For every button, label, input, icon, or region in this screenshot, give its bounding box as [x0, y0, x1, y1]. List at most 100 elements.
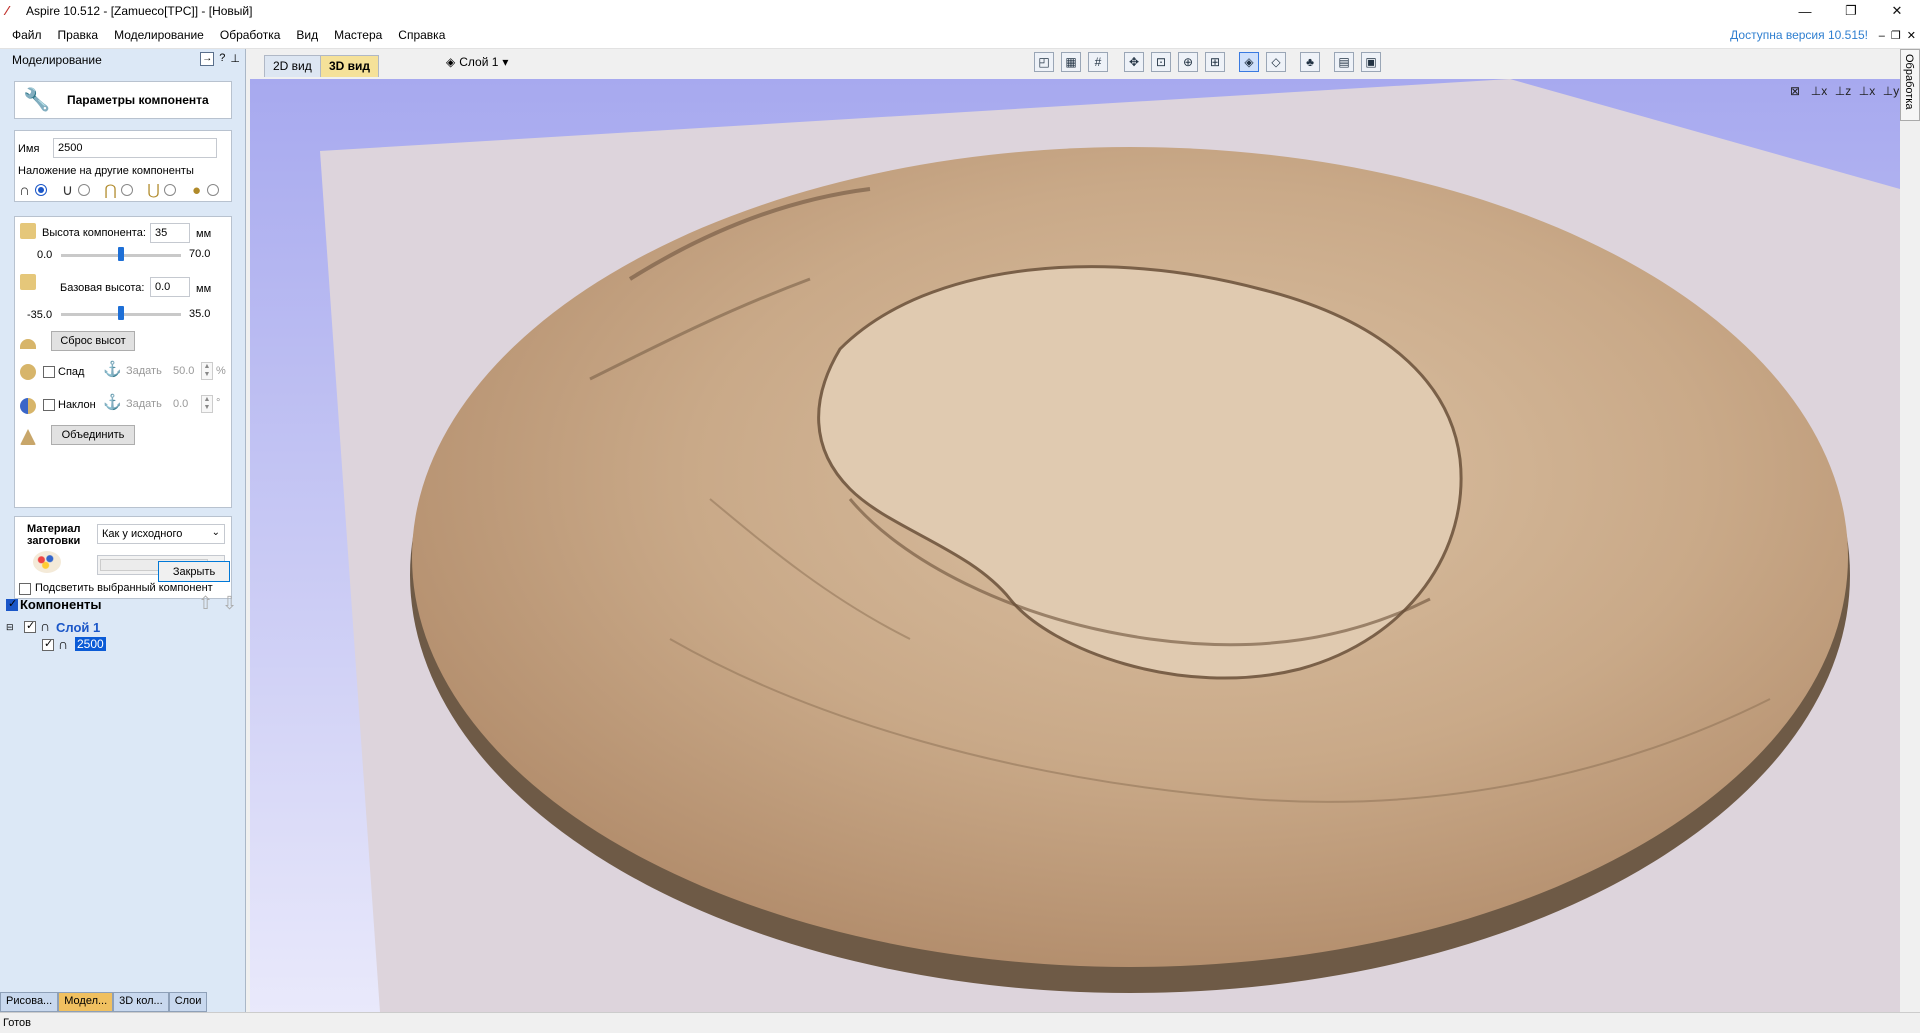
height-unit: мм — [196, 228, 212, 240]
tilt-checkbox[interactable] — [43, 399, 55, 411]
toolpaths-tab-label: Обработка — [1903, 54, 1915, 110]
base-height-input[interactable] — [150, 277, 190, 297]
merge-button[interactable]: Объединить — [51, 425, 135, 445]
restore-icon[interactable]: ❐ — [1828, 0, 1874, 22]
layer-icon: ∩ — [40, 618, 51, 634]
tab-layers[interactable]: Слои — [168, 992, 208, 1012]
panel-help-icon[interactable]: ? — [219, 52, 225, 66]
panel-header: Моделирование → ? ⊥ — [0, 49, 246, 71]
base-height-unit: мм — [196, 283, 212, 295]
update-available-link[interactable]: Доступна версия 10.515! — [1730, 22, 1868, 49]
close-icon[interactable]: ✕ — [1874, 0, 1920, 22]
tab-3d-clipart[interactable]: 3D кол... — [113, 992, 169, 1012]
merge-low-mode-radio[interactable] — [164, 184, 176, 196]
tab-3d-view[interactable]: 3D вид — [320, 55, 380, 77]
base-slider-thumb[interactable] — [118, 306, 124, 320]
height-section: Высота компонента: мм 0.0 70.0 Базовая в… — [14, 216, 232, 508]
combine-label: Наложение на другие компоненты — [18, 165, 194, 177]
quad-view-icon[interactable]: ▣ — [1361, 52, 1381, 72]
split-view-icon[interactable]: ▤ — [1334, 52, 1354, 72]
view-axis-x-icon[interactable]: ⊥x — [1810, 84, 1828, 98]
view-axis-y-icon[interactable]: ⊥y — [1882, 84, 1900, 98]
multiply-mode-icon: ● — [191, 181, 202, 199]
name-input[interactable] — [53, 138, 217, 158]
fade-spinner[interactable]: ▲ ▼ — [201, 362, 213, 380]
layer-select-chevron-icon: ▾ — [502, 55, 509, 69]
fade-checkbox[interactable] — [43, 366, 55, 378]
height-max: 70.0 — [189, 248, 211, 260]
tilt-anchor-icon[interactable]: ⚓ — [103, 393, 122, 411]
tab-drawing[interactable]: Рисова... — [0, 992, 59, 1012]
fade-anchor-icon[interactable]: ⚓ — [103, 360, 122, 378]
material-select[interactable]: Как у исходного ⌄ — [97, 524, 225, 544]
height-input[interactable] — [150, 223, 190, 243]
minimize-icon[interactable]: — — [1782, 0, 1828, 22]
height-slider-thumb[interactable] — [118, 247, 124, 261]
add-mode-icon: ∩ — [19, 181, 30, 199]
tilt-set-button[interactable]: Задать — [126, 398, 162, 410]
material-select-value: Как у исходного — [102, 528, 183, 540]
tab-2d-view[interactable]: 2D вид — [264, 55, 321, 77]
fade-value[interactable]: 50.0 — [173, 365, 194, 377]
zoom-box-icon[interactable]: ⊞ — [1205, 52, 1225, 72]
view-iso-icon[interactable]: ▦ — [1061, 52, 1081, 72]
menu-wizards[interactable]: Мастера — [326, 22, 390, 49]
title-bar: ⁄ Aspire 10.512 - [Zamueco[TPC]] - [Новы… — [0, 0, 1920, 22]
tree-render-icon[interactable]: ♣ — [1300, 52, 1320, 72]
zoom-in-icon[interactable]: ⊕ — [1178, 52, 1198, 72]
toolpaths-side-tab[interactable]: Обработка — [1900, 49, 1920, 121]
menu-edit[interactable]: Правка — [50, 22, 107, 49]
mdi-restore-icon[interactable]: ❐ — [1891, 29, 1901, 42]
mdi-minimize-icon[interactable]: – — [1879, 30, 1885, 42]
tab-modeling[interactable]: Модел... — [58, 992, 114, 1012]
add-mode-radio[interactable] — [35, 184, 47, 196]
subtract-mode-radio[interactable] — [78, 184, 90, 196]
tilt-label: Наклон — [58, 399, 96, 411]
components-toggle-checkbox[interactable] — [6, 597, 18, 611]
grid-icon[interactable]: # — [1088, 52, 1108, 72]
menu-help[interactable]: Справка — [390, 22, 453, 49]
panel-dock-icon[interactable]: → — [200, 52, 215, 66]
render-mode-icon[interactable]: ◈ — [1239, 52, 1259, 72]
render-toggle-icon[interactable]: ◇ — [1266, 52, 1286, 72]
move-up-arrow-icon[interactable]: ⇧ — [198, 593, 213, 614]
close-button[interactable]: Закрыть — [158, 561, 230, 582]
tilt-spinner[interactable]: ▲ ▼ — [201, 395, 213, 413]
move-down-arrow-icon[interactable]: ⇩ — [222, 593, 237, 614]
layer-checkbox[interactable] — [24, 619, 36, 633]
fade-set-button[interactable]: Задать — [126, 365, 162, 377]
material-label-2: заготовки — [27, 535, 81, 547]
component-item[interactable]: 2500 — [75, 637, 106, 651]
3d-viewport[interactable] — [250, 79, 1900, 1012]
reset-heights-icon — [20, 339, 36, 349]
menu-file[interactable]: Файл — [4, 22, 50, 49]
highlight-checkbox[interactable] — [19, 583, 31, 595]
view-axis-x2-icon[interactable]: ⊥x — [1858, 84, 1876, 98]
layer-stack-icon: ◈ — [446, 55, 456, 69]
panel-pin-icon[interactable]: ⊥ — [230, 52, 240, 66]
mdi-close-icon[interactable]: ✕ — [1907, 29, 1916, 42]
menu-toolpaths[interactable]: Обработка — [212, 22, 289, 49]
component-checkbox[interactable] — [42, 637, 54, 651]
layer-select[interactable]: ◈ Слой 1 ▾ — [446, 55, 508, 69]
view-reset-icon[interactable]: ⊠ — [1786, 84, 1804, 98]
view-orientation-icons: ⊠ ⊥x ⊥z ⊥x ⊥y — [1786, 84, 1900, 98]
name-label: Имя — [18, 143, 40, 155]
layer-label[interactable]: Слой 1 — [56, 620, 100, 635]
height-label: Высота компонента: — [42, 227, 146, 239]
pan-icon[interactable]: ✥ — [1124, 52, 1144, 72]
tree-expander-icon[interactable]: ⊟ — [6, 622, 14, 633]
menu-modeling[interactable]: Моделирование — [106, 22, 212, 49]
tilt-value[interactable]: 0.0 — [173, 398, 188, 410]
reset-heights-button[interactable]: Сброс высот — [51, 331, 135, 351]
view-axis-z-icon[interactable]: ⊥z — [1834, 84, 1852, 98]
component-icon: ∩ — [58, 636, 69, 652]
multiply-mode-radio[interactable] — [207, 184, 219, 196]
panel-title: Моделирование — [12, 53, 102, 67]
menu-view[interactable]: Вид — [288, 22, 326, 49]
view-top-icon[interactable]: ◰ — [1034, 52, 1054, 72]
merge-high-mode-radio[interactable] — [121, 184, 133, 196]
app-logo-icon: ⁄ — [6, 3, 9, 18]
palette-icon — [33, 551, 61, 573]
zoom-extents-icon[interactable]: ⊡ — [1151, 52, 1171, 72]
